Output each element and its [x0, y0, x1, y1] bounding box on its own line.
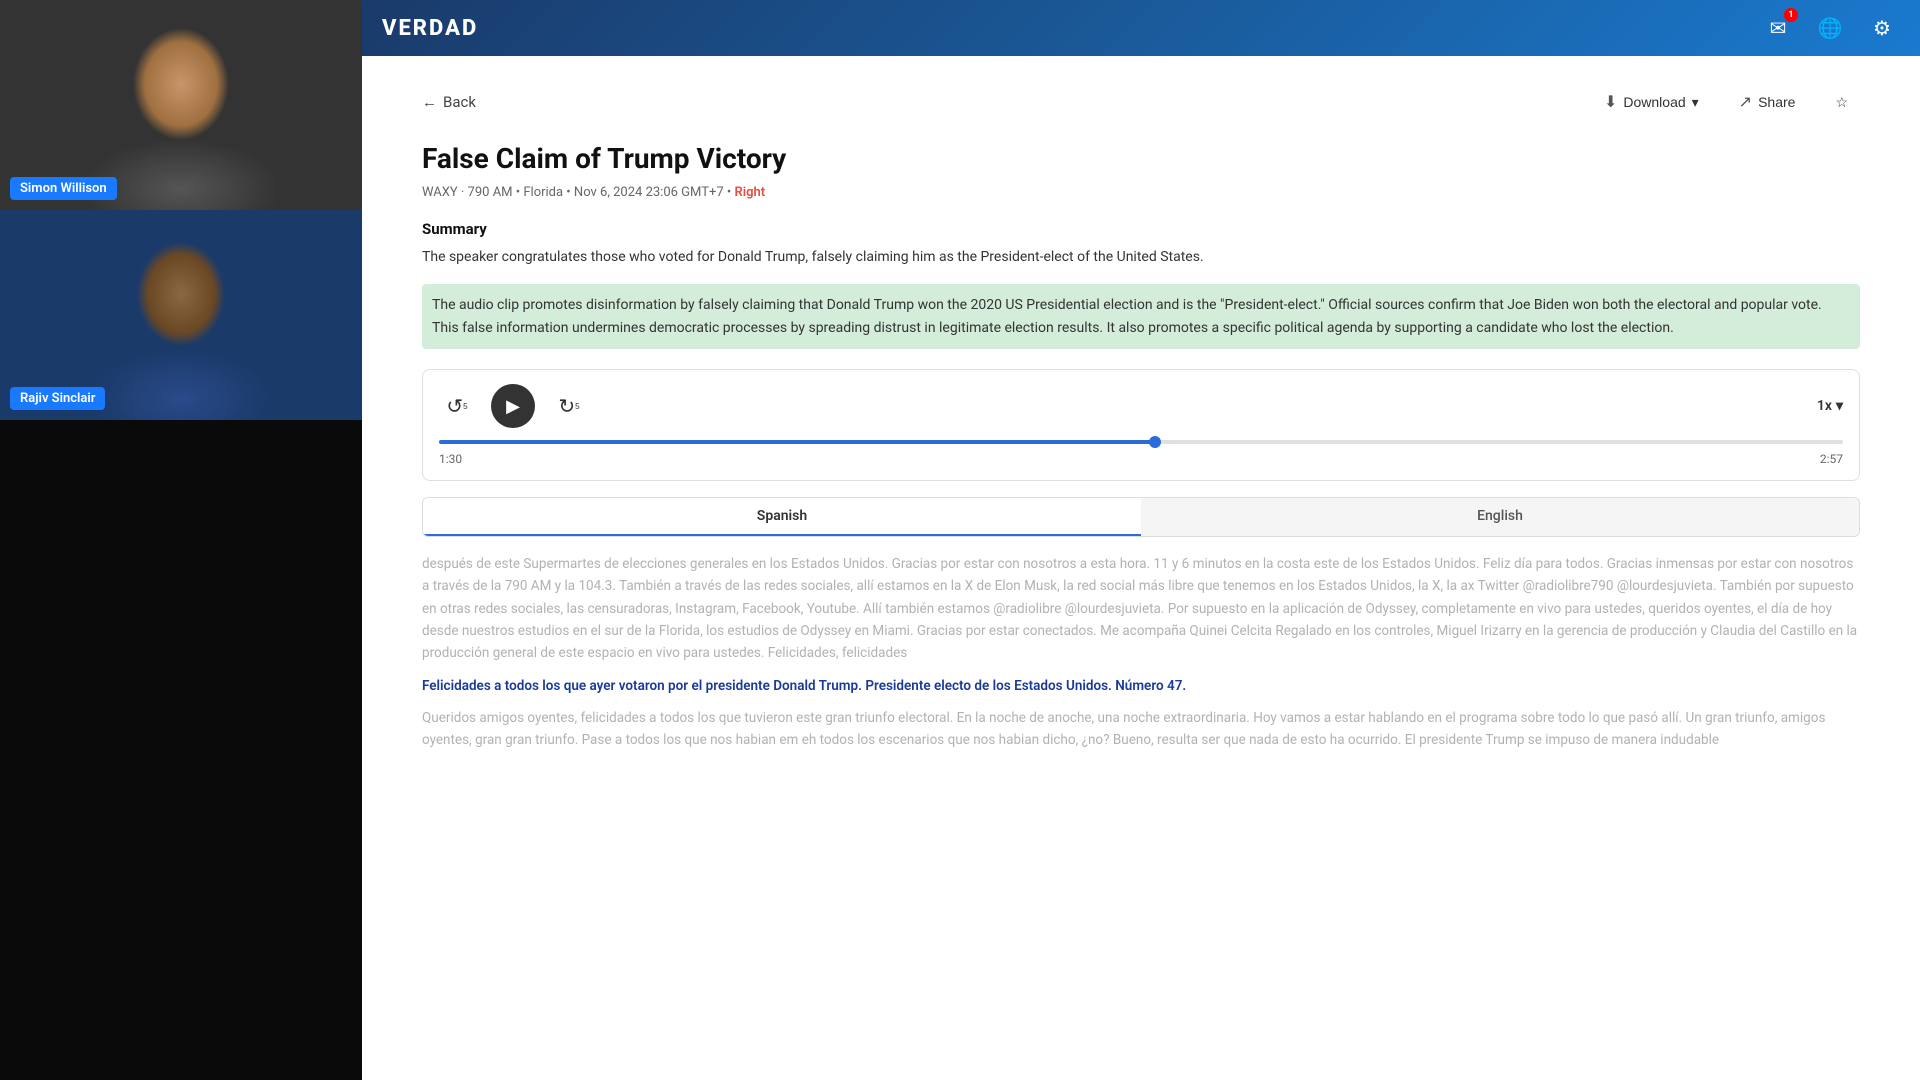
settings-icon[interactable]: ⚙: [1864, 10, 1900, 46]
article-meta-text: WAXY · 790 AM • Florida • Nov 6, 2024 23…: [422, 185, 731, 200]
star-icon: ☆: [1835, 94, 1848, 111]
speed-label: 1x: [1817, 398, 1832, 414]
current-time: 1:30: [439, 452, 462, 466]
highlighted-block: The audio clip promotes disinformation b…: [422, 284, 1860, 349]
time-labels: 1:30 2:57: [439, 452, 1843, 466]
back-button[interactable]: ← Back: [422, 93, 476, 111]
video-tile-top: Simon Willison: [0, 0, 362, 210]
back-arrow-icon: ←: [422, 93, 437, 111]
download-label: Download: [1623, 94, 1685, 110]
forward-button[interactable]: ↻5: [551, 388, 587, 424]
summary-text: The speaker congratulates those who vote…: [422, 246, 1860, 268]
transcript-text-before: después de este Supermartes de eleccione…: [422, 553, 1860, 664]
notification-icon[interactable]: ✉ 1: [1760, 10, 1796, 46]
play-button[interactable]: ▶: [491, 384, 535, 428]
tab-spanish[interactable]: Spanish: [423, 498, 1141, 536]
main-area: VERDAD ✉ 1 🌐 ⚙ ← Back ⬇ Download ▾: [362, 0, 1920, 1080]
article-meta: WAXY · 790 AM • Florida • Nov 6, 2024 23…: [422, 185, 1860, 200]
audio-player: ↺5 ▶ ↻5 1x ▾ 1:30 2:57: [422, 369, 1860, 481]
rewind-button[interactable]: ↺5: [439, 388, 475, 424]
speed-control[interactable]: 1x ▾: [1817, 398, 1843, 414]
bookmark-button[interactable]: ☆: [1823, 88, 1860, 117]
speaker-name-bottom: Rajiv Sinclair: [10, 387, 105, 410]
article-title: False Claim of Trump Victory: [422, 142, 1860, 175]
speed-chevron-icon: ▾: [1836, 398, 1843, 414]
navbar-icons: ✉ 1 🌐 ⚙: [1760, 10, 1900, 46]
player-controls: ↺5 ▶ ↻5 1x ▾: [439, 384, 1843, 428]
video-empty-space: [0, 420, 362, 1080]
video-tile-bottom: Rajiv Sinclair: [0, 210, 362, 420]
brand-logo: VERDAD: [382, 16, 478, 41]
total-time: 2:57: [1820, 452, 1843, 466]
progress-fill: [439, 440, 1155, 444]
progress-bar[interactable]: [439, 440, 1843, 444]
top-bar: ← Back ⬇ Download ▾ ↗ Share ☆: [422, 86, 1860, 118]
navbar: VERDAD ✉ 1 🌐 ⚙: [362, 0, 1920, 56]
progress-dot: [1149, 436, 1161, 448]
download-icon: ⬇: [1604, 92, 1617, 112]
summary-heading: Summary: [422, 220, 1860, 238]
bias-label: Right: [734, 185, 765, 200]
download-chevron-icon: ▾: [1692, 94, 1699, 111]
share-icon: ↗: [1739, 92, 1752, 112]
share-button[interactable]: ↗ Share: [1727, 86, 1808, 118]
language-tabs: Spanish English: [422, 497, 1860, 537]
top-bar-actions: ⬇ Download ▾ ↗ Share ☆: [1592, 86, 1860, 118]
tab-english[interactable]: English: [1141, 498, 1859, 536]
back-label: Back: [443, 93, 476, 111]
video-panel: Simon Willison Rajiv Sinclair: [0, 0, 362, 1080]
speaker-name-top: Simon Willison: [10, 177, 117, 200]
share-label: Share: [1758, 94, 1795, 110]
transcript-highlighted: Felicidades a todos los que ayer votaron…: [422, 675, 1860, 697]
download-button[interactable]: ⬇ Download ▾: [1592, 86, 1711, 118]
notification-badge: 1: [1784, 8, 1798, 22]
transcript-text-after: Queridos amigos oyentes, felicidades a t…: [422, 707, 1860, 752]
content-panel: ← Back ⬇ Download ▾ ↗ Share ☆ False Clai…: [362, 56, 1920, 1080]
globe-icon[interactable]: 🌐: [1812, 10, 1848, 46]
